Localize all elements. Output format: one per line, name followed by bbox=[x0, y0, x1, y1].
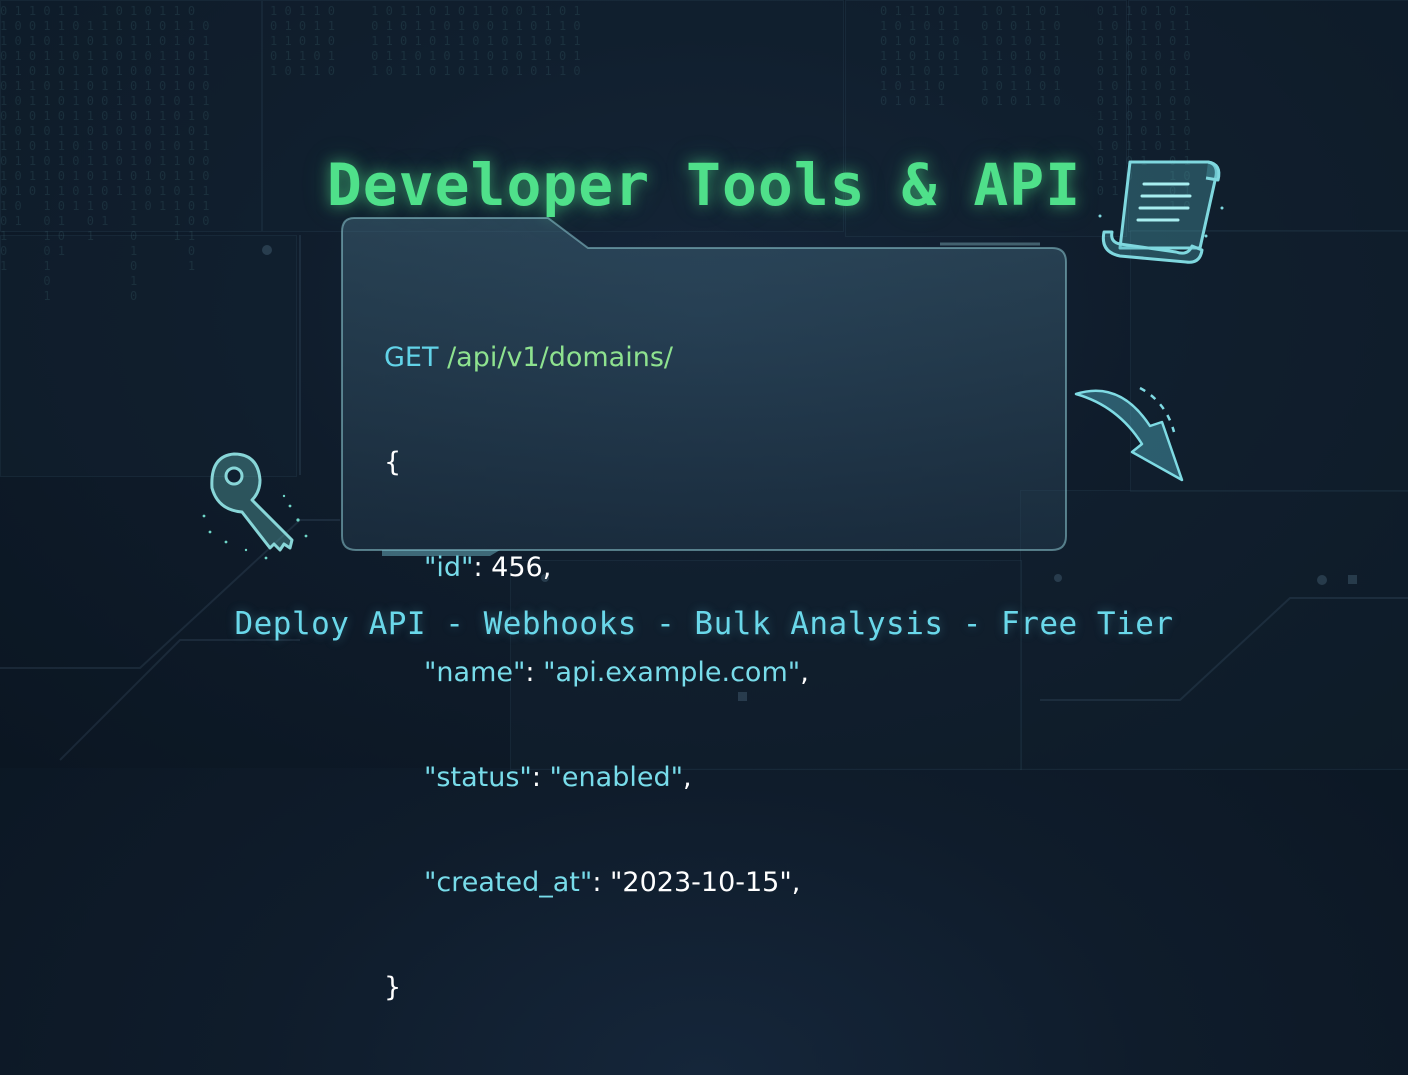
json-field-name: "name": "api.example.com", bbox=[424, 657, 809, 688]
json-field-created-at: "created_at": "2023-10-15", bbox=[424, 867, 801, 898]
json-open-brace: { bbox=[384, 447, 402, 478]
feature-separator: - bbox=[636, 606, 695, 642]
curved-arrow-icon bbox=[1074, 386, 1184, 482]
key-icon bbox=[202, 452, 308, 560]
code-card: GET /api/v1/domains/ { "id": 456, "name"… bbox=[340, 216, 1070, 1003]
json-close-brace: } bbox=[384, 972, 402, 1003]
feature-deploy-api: Deploy API bbox=[234, 606, 427, 642]
feature-webhooks: Webhooks bbox=[483, 606, 637, 642]
feature-bulk-analysis: Bulk Analysis bbox=[694, 606, 944, 642]
json-field-status: "status": "enabled", bbox=[424, 762, 692, 793]
request-path: /api/v1/domains/ bbox=[447, 342, 673, 373]
feature-separator: - bbox=[426, 606, 484, 642]
scroll-document-icon bbox=[1098, 160, 1224, 264]
request-line: GET /api/v1/domains/ bbox=[384, 340, 809, 375]
json-field-id: "id": 456, bbox=[424, 552, 552, 583]
feature-list: Deploy API - Webhooks - Bulk Analysis - … bbox=[0, 606, 1408, 642]
feature-free-tier: Free Tier bbox=[1001, 606, 1174, 642]
feature-separator: - bbox=[943, 606, 1002, 642]
code-block: GET /api/v1/domains/ { "id": 456, "name"… bbox=[384, 270, 809, 1075]
http-method: GET bbox=[384, 342, 439, 373]
